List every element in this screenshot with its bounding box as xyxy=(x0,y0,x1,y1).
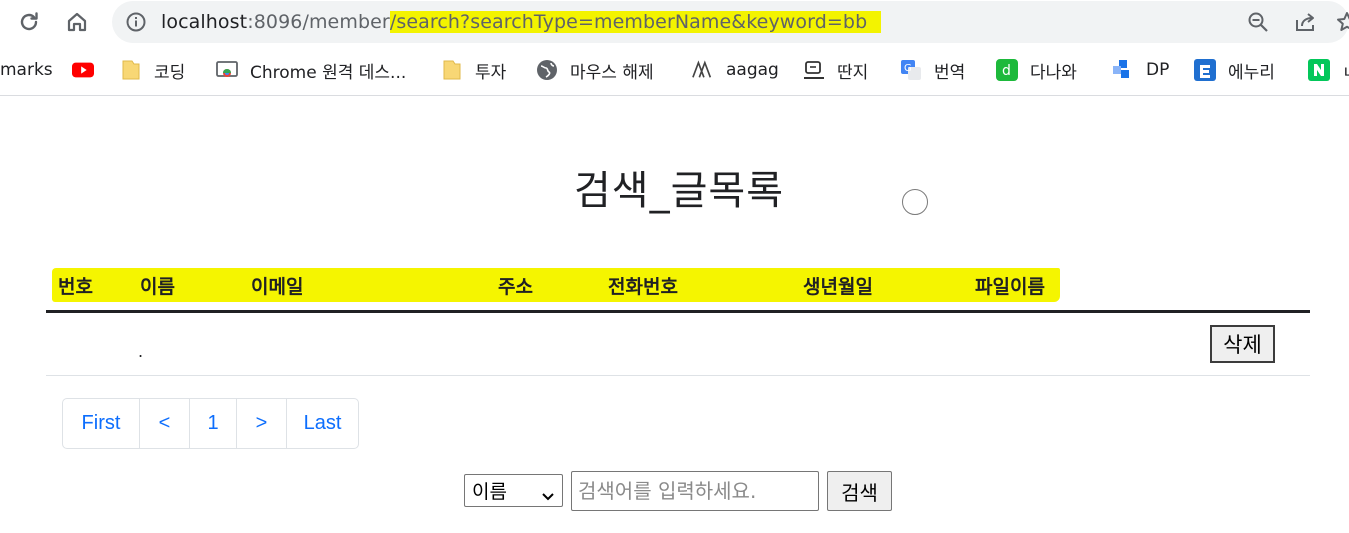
bookmark-label: 코딩 xyxy=(154,62,186,83)
page-next-link[interactable]: > xyxy=(236,399,286,448)
bookmark-aagag[interactable]: aagag xyxy=(692,58,779,82)
reload-icon[interactable] xyxy=(13,6,45,38)
svg-text:G: G xyxy=(904,63,912,74)
page-1-link[interactable]: 1 xyxy=(189,399,236,448)
bookmark-label: 마우스 해제 xyxy=(570,62,654,83)
header-number: 번호 xyxy=(58,276,93,298)
bookmark-label: 에누리 xyxy=(1228,62,1275,83)
url-host: localhost xyxy=(161,11,248,33)
page-first-link[interactable]: First xyxy=(63,399,139,448)
bookmark-dp[interactable]: DP xyxy=(1112,58,1169,82)
bookmark-translate[interactable]: G 번역 xyxy=(900,58,966,83)
naver-icon xyxy=(1308,59,1330,81)
bookmark-ddanzi[interactable]: 딴지 xyxy=(803,58,869,83)
bookmark-mouse-release[interactable]: 마우스 해제 xyxy=(536,58,654,83)
bookmarks-bar: marks 코딩 Chrome 원격 데스... 투자 마우스 해제 aagag xyxy=(0,44,1349,96)
header-address: 주소 xyxy=(498,276,533,298)
enuri-icon xyxy=(1194,59,1216,81)
browser-toolbar: localhost:8096/member/search?searchType=… xyxy=(0,0,1349,44)
search-button[interactable]: 검색 xyxy=(827,471,892,511)
bookmark-youtube[interactable] xyxy=(72,58,106,82)
header-divider xyxy=(46,310,1310,313)
bookmark-enuri[interactable]: 에누리 xyxy=(1194,58,1275,83)
row-divider xyxy=(46,375,1310,376)
google-translate-icon: G xyxy=(900,59,922,81)
folder-icon xyxy=(441,59,463,81)
svg-text:d: d xyxy=(1002,63,1011,79)
bookmark-all-bookmarks[interactable]: marks xyxy=(0,58,53,82)
bookmark-chrome-remote[interactable]: Chrome 원격 데스... xyxy=(216,58,407,83)
url-port-path: :8096/member xyxy=(247,11,390,33)
danawa-icon: d xyxy=(996,59,1018,81)
bookmark-naver[interactable]: ㄴ xyxy=(1308,58,1349,83)
bookmark-label: marks xyxy=(0,60,53,80)
url-text[interactable]: localhost:8096/member/search?searchType=… xyxy=(161,10,882,34)
zoom-icon[interactable] xyxy=(1245,9,1271,35)
chevron-down-icon xyxy=(542,485,554,507)
aagag-icon xyxy=(692,59,714,81)
url-highlighted-path: /search?searchType=memberName&keyword=bb xyxy=(389,11,882,33)
page-title: 검색_글목록 xyxy=(574,168,784,214)
header-highlight xyxy=(52,268,1060,302)
search-type-select[interactable]: 이름 xyxy=(464,474,563,507)
header-birthdate: 생년월일 xyxy=(803,276,873,298)
bookmark-label: 다나와 xyxy=(1030,62,1077,83)
share-icon[interactable] xyxy=(1292,9,1318,35)
pagination: First < 1 > Last xyxy=(62,398,359,449)
home-icon[interactable] xyxy=(61,6,93,38)
page-prev-link[interactable]: < xyxy=(139,399,189,448)
bookmark-invest[interactable]: 투자 xyxy=(441,58,507,83)
bookmark-label: aagag xyxy=(726,60,779,80)
bookmark-coding[interactable]: 코딩 xyxy=(120,58,186,83)
ddanzi-icon xyxy=(803,59,825,81)
address-bar[interactable]: localhost:8096/member/search?searchType=… xyxy=(112,1,1349,43)
bookmark-label: ㄴ xyxy=(1342,58,1349,83)
delete-button[interactable]: 삭제 xyxy=(1210,325,1275,363)
search-input[interactable] xyxy=(571,471,819,511)
bookmark-danawa[interactable]: d 다나와 xyxy=(996,58,1077,83)
bookmark-label: 번역 xyxy=(934,62,966,83)
youtube-icon xyxy=(72,59,94,81)
bookmark-label: DP xyxy=(1146,60,1170,80)
bookmark-label: 딴지 xyxy=(837,62,869,83)
globe-icon xyxy=(536,59,558,81)
page-last-link[interactable]: Last xyxy=(286,399,358,448)
header-phone: 전화번호 xyxy=(608,276,678,298)
row-name-cell: . xyxy=(138,342,144,361)
header-email: 이메일 xyxy=(251,276,304,298)
folder-icon xyxy=(120,59,142,81)
bookmark-label: Chrome 원격 데스... xyxy=(250,62,407,83)
header-filename: 파일이름 xyxy=(975,276,1045,298)
site-info-icon[interactable] xyxy=(126,12,146,32)
chrome-remote-icon xyxy=(216,59,238,81)
cursor-indicator xyxy=(902,189,928,215)
dp-icon xyxy=(1112,59,1134,81)
search-type-value: 이름 xyxy=(472,481,507,503)
header-name: 이름 xyxy=(140,276,175,298)
bookmark-label: 투자 xyxy=(475,62,507,83)
bookmark-star-icon[interactable] xyxy=(1334,9,1349,35)
